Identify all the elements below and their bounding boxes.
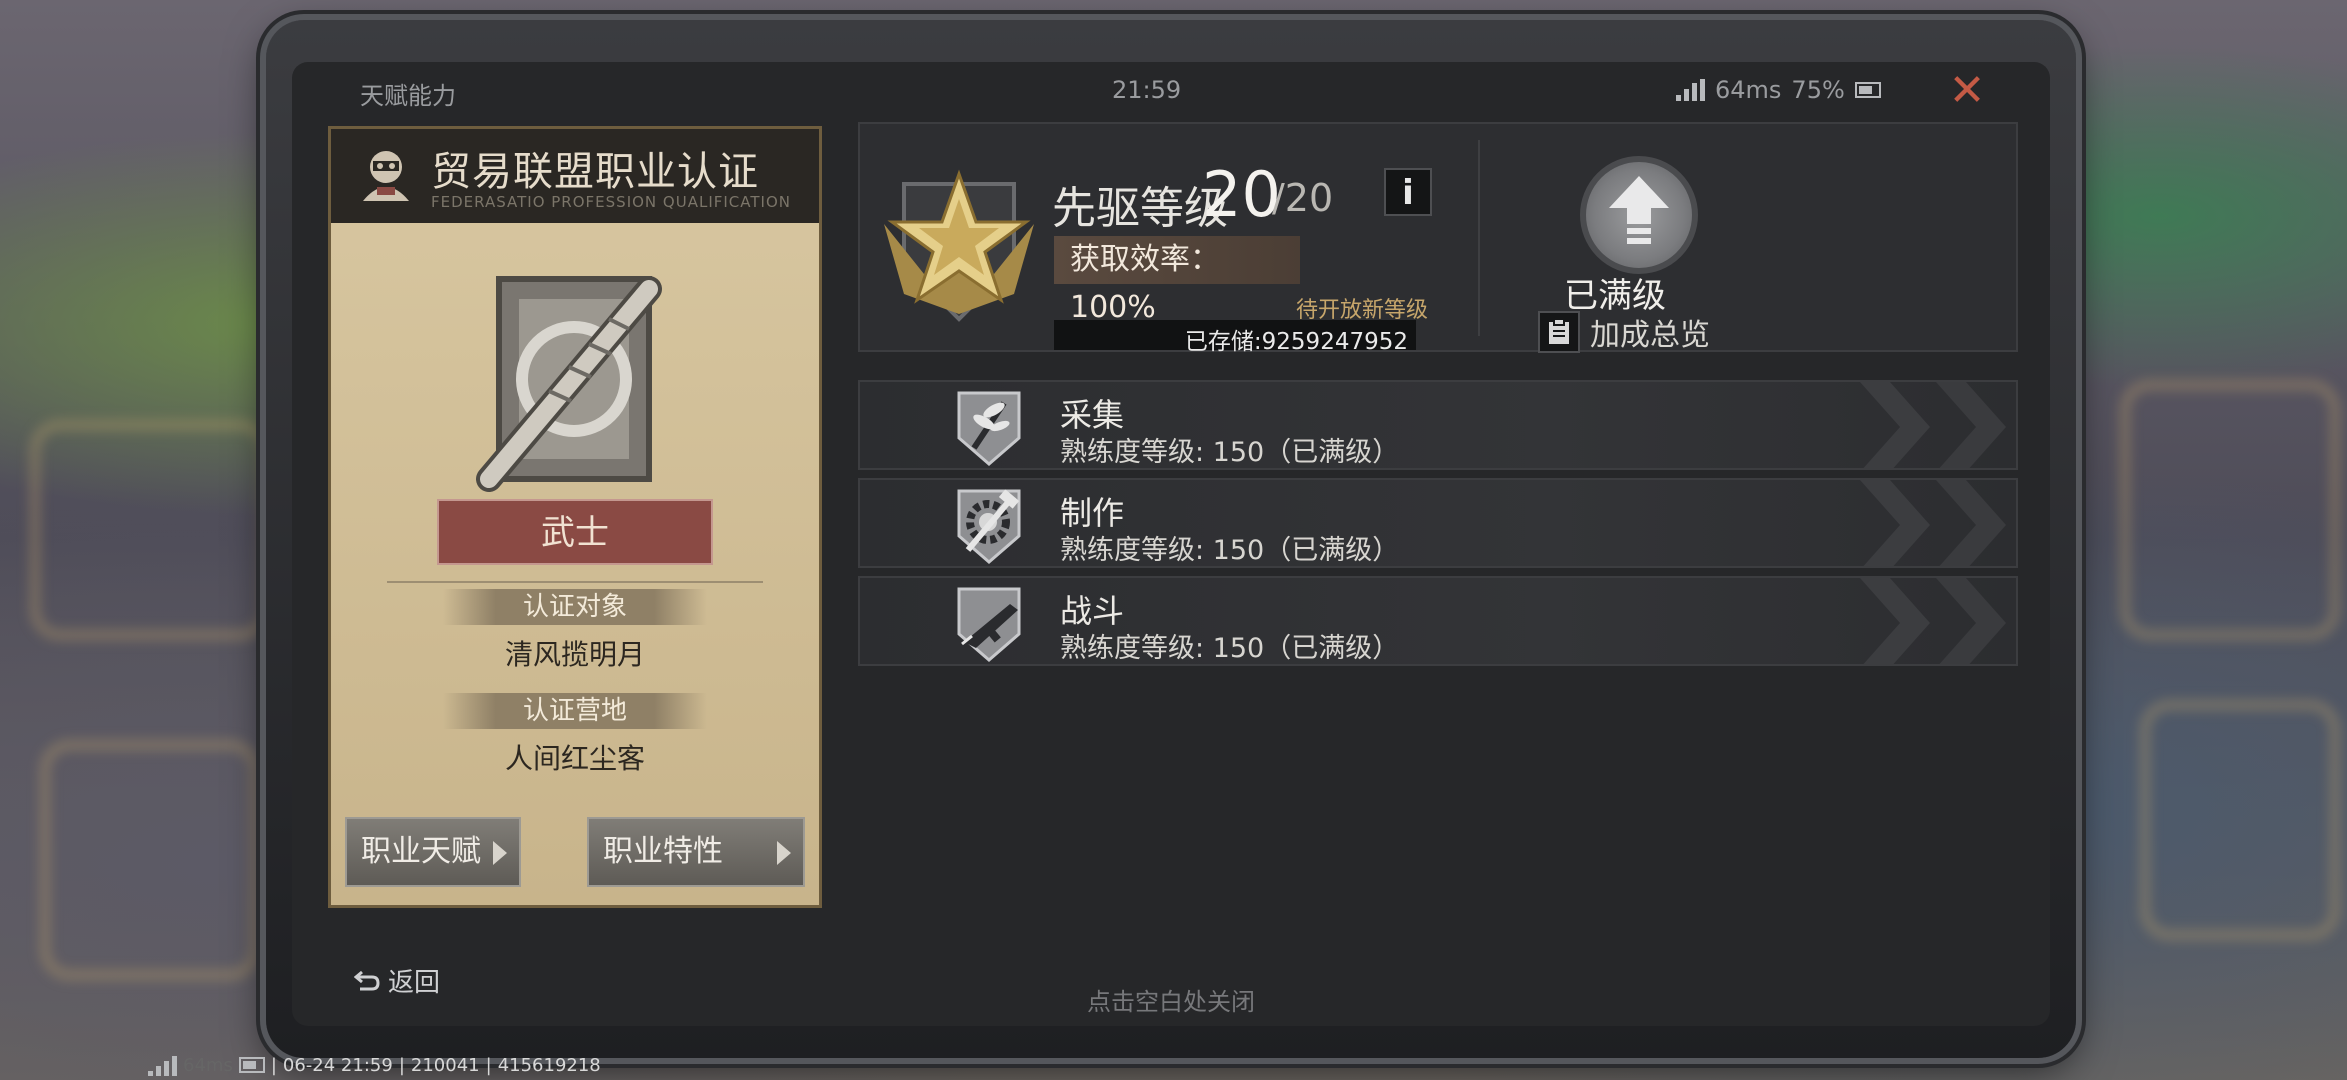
- camp-value: 人间红尘客: [504, 742, 645, 775]
- efficiency-tag: 获取效率：100%: [1054, 236, 1300, 325]
- signal-icon: [1676, 79, 1705, 101]
- chevron-right-icon: [1860, 382, 1930, 468]
- battery-icon: [1854, 82, 1881, 98]
- profession-talent-label: 职业天赋: [361, 834, 481, 869]
- footer-ping: 64ms: [183, 1054, 233, 1076]
- chevron-right-icon: [1936, 480, 2006, 566]
- camp-label: 认证营地: [443, 693, 707, 729]
- profession-certificate: 贸易联盟职业认证 FEDERASATIO PROFESSION QUALIFIC…: [328, 126, 822, 908]
- bonus-overview-button[interactable]: 加成总览: [1538, 310, 1710, 354]
- skill-level: 熟练度等级: 150（已满级）: [1060, 437, 1400, 468]
- profession-traits-label: 职业特性: [603, 834, 723, 869]
- bonus-overview-label: 加成总览: [1590, 318, 1710, 353]
- chevron-right-icon: [1860, 480, 1930, 566]
- battery-icon: [238, 1057, 265, 1073]
- chevron-right-icon: [1936, 382, 2006, 468]
- debug-footer: 64ms | 06-24 21:59 | 210041 | 415619218: [148, 1054, 601, 1076]
- footer-id2: 415619218: [497, 1054, 601, 1076]
- clock: 21:59: [1112, 76, 1182, 104]
- footer-id1: 210041: [410, 1054, 480, 1076]
- info-button[interactable]: i: [1384, 168, 1432, 216]
- pioneer-level-max: /20: [1272, 176, 1334, 220]
- job-title-badge: 武士: [437, 499, 713, 565]
- pioneer-level-value: 20: [1202, 158, 1281, 231]
- warrior-club-emblem-icon: [476, 276, 662, 492]
- network-status: 64ms 75%: [1676, 76, 1881, 104]
- submachine-gun-icon: [957, 587, 1021, 662]
- close-button[interactable]: ✕: [1942, 66, 1992, 116]
- target-value: 清风揽明月: [504, 638, 645, 671]
- certificate-title: 贸易联盟职业认证: [431, 149, 759, 195]
- certificate-header: 贸易联盟职业认证 FEDERASATIO PROFESSION QUALIFIC…: [331, 129, 819, 223]
- skill-row-crafting[interactable]: 制作 熟练度等级: 150（已满级）: [858, 478, 2018, 568]
- skill-row-combat[interactable]: 战斗 熟练度等级: 150（已满级）: [858, 576, 2018, 666]
- talent-screen: 天赋能力 21:59 64ms 75% ✕ 贸易联盟职业认证 FEDERASAT…: [292, 62, 2050, 1026]
- battery-text: 75%: [1791, 76, 1845, 104]
- chevron-right-icon: [1936, 578, 2006, 664]
- certificate-subtitle: FEDERASATIO PROFESSION QUALIFICATION: [431, 193, 791, 211]
- screen-title: 天赋能力: [360, 82, 456, 110]
- footer-datetime: 06-24 21:59: [282, 1054, 393, 1076]
- herb-gathering-icon: [957, 391, 1021, 466]
- pioneer-level-panel: 先驱等级 20 /20 i 获取效率：100% 待开放新等级 已存储:92592…: [858, 122, 2018, 355]
- profession-talent-button[interactable]: 职业天赋: [345, 817, 521, 887]
- play-arrow-icon: [777, 841, 791, 865]
- skill-level: 熟练度等级: 150（已满级）: [1060, 535, 1400, 566]
- league-logo-icon: [363, 151, 409, 201]
- chevron-right-icon: [1860, 578, 1930, 664]
- status-bar: 天赋能力 21:59 64ms 75% ✕: [292, 62, 2050, 120]
- profession-traits-button[interactable]: 职业特性: [587, 817, 805, 887]
- up-arrow-icon: [1609, 176, 1669, 244]
- divider: [387, 581, 763, 583]
- document-icon: [1538, 311, 1580, 353]
- skill-row-gathering[interactable]: 采集 熟练度等级: 150（已满级）: [858, 380, 2018, 470]
- tap-blank-to-close-hint: 点击空白处关闭: [1087, 988, 1255, 1016]
- divider: [1478, 140, 1480, 336]
- stored-exp-text: 已存储:9259247952: [1184, 329, 1408, 355]
- signal-icon: [148, 1054, 177, 1076]
- gear-hammer-icon: [957, 489, 1021, 564]
- skill-level: 熟练度等级: 150（已满级）: [1060, 633, 1400, 664]
- play-arrow-icon: [493, 841, 507, 865]
- ping-text: 64ms: [1715, 76, 1782, 104]
- level-up-button[interactable]: [1580, 156, 1698, 274]
- target-label: 认证对象: [443, 589, 707, 625]
- gold-star-rank-icon: [884, 169, 1034, 322]
- storage-bar: 已存储:9259247952: [1054, 320, 1416, 355]
